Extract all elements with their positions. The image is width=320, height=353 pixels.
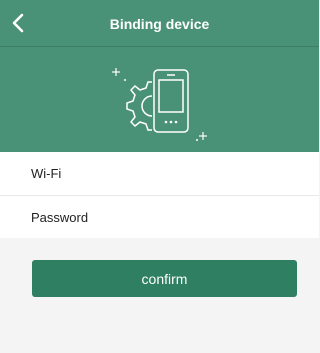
nav-bar: Binding device xyxy=(0,0,319,47)
wifi-input[interactable] xyxy=(120,160,300,187)
phone-gear-icon xyxy=(112,68,207,141)
wifi-form: Wi-Fi Password xyxy=(0,152,319,238)
confirm-button[interactable]: confirm xyxy=(32,260,297,297)
wifi-row: Wi-Fi xyxy=(0,152,319,195)
password-input[interactable] xyxy=(120,204,300,231)
page-title: Binding device xyxy=(109,16,210,32)
wifi-label: Wi-Fi xyxy=(31,166,62,181)
password-label: Password xyxy=(31,210,89,225)
header-banner: Binding device xyxy=(0,0,319,152)
password-row: Password xyxy=(0,196,319,239)
